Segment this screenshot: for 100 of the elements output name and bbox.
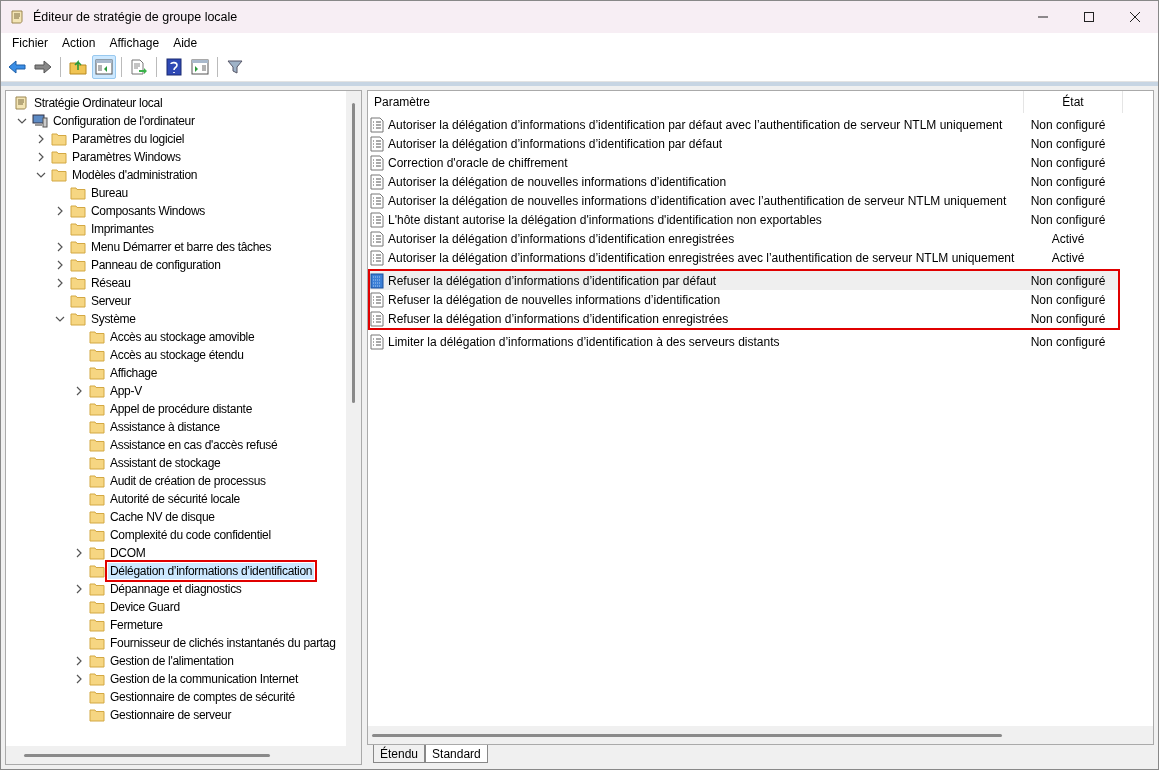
column-header[interactable]: État — [1023, 91, 1123, 113]
tree-item[interactable]: Assistance à distance — [108, 419, 222, 435]
tree-item[interactable]: Dépannage et diagnostics — [108, 581, 244, 597]
tree-item[interactable]: Serveur — [89, 293, 133, 309]
policy-name: Autoriser la délégation d’informations d’identification enregistrées — [387, 231, 736, 246]
policy-icon — [370, 135, 384, 152]
tree-item[interactable]: Autorité de sécurité locale — [108, 491, 242, 507]
tree-item[interactable]: Gestion de l'alimentation — [108, 653, 236, 669]
policy-row[interactable]: L'hôte distant autorise la délégation d'informations d'identification non exportables Non configuré — [370, 210, 1118, 229]
tree-item[interactable]: Système — [89, 311, 138, 327]
tree-item[interactable]: Accès au stockage amovible — [108, 329, 257, 345]
tree-item[interactable]: Modèles d'administration — [70, 167, 200, 183]
folder-icon — [89, 384, 105, 398]
tree-item[interactable]: Fermeture — [108, 617, 165, 633]
console-tree-button[interactable] — [92, 55, 116, 79]
tree-item[interactable]: Bureau — [89, 185, 130, 201]
tree-item[interactable]: Composants Windows — [89, 203, 207, 219]
folder-icon — [89, 672, 105, 686]
tree-item[interactable]: Assistant de stockage — [108, 455, 223, 471]
policy-row[interactable]: Limiter la délégation d’informations d’identification à des serveurs distants Non configuré — [370, 332, 1118, 351]
tree-item[interactable]: Affichage — [108, 365, 160, 381]
policy-row[interactable]: Refuser la délégation d’informations d’identification par défaut Non configuré — [370, 271, 1118, 290]
policy-name: Autoriser la délégation de nouvelles informations d’identification avec l’authentification de serveur NTLM uniquement — [387, 193, 1008, 208]
policy-name: Refuser la délégation d’informations d’identification par défaut — [387, 273, 718, 288]
folder-icon — [89, 330, 105, 344]
tree-item[interactable]: Gestionnaire de serveur — [108, 707, 234, 723]
policy-row[interactable]: Refuser la délégation de nouvelles informations d’identification Non configuré — [370, 290, 1118, 309]
policy-state: Non configuré — [1029, 193, 1107, 208]
policy-icon — [370, 310, 384, 327]
policy-row[interactable]: Autoriser la délégation d’informations d’identification enregistrées avec l’authentification de serveur NTLM uniquement Activé — [370, 248, 1118, 267]
folder-icon — [70, 294, 86, 308]
policy-icon — [370, 211, 384, 228]
folder-icon — [70, 312, 86, 326]
view-tab[interactable]: Standard — [425, 745, 488, 763]
tree-item[interactable]: Menu Démarrer et barre des tâches — [89, 239, 274, 255]
folder-icon — [89, 708, 105, 722]
folder-icon — [89, 564, 105, 578]
maximize-icon — [1084, 12, 1094, 22]
policy-state: Activé — [1050, 231, 1086, 246]
tree-item[interactable]: Délégation d’informations d’identification — [108, 563, 315, 579]
tree-item[interactable]: Assistance en cas d'accès refusé — [108, 437, 280, 453]
policy-name: Autoriser la délégation d’informations d’identification par défaut avec l’authentification de serveur NTLM uniquement — [387, 117, 1004, 132]
tree-item[interactable]: Appel de procédure distante — [108, 401, 254, 417]
folder-icon — [89, 546, 105, 560]
horizontal-scrollbar[interactable] — [6, 746, 361, 764]
policy-name: Autoriser la délégation d’informations d’identification enregistrées avec l’authentification de serveur NTLM uniquement — [387, 250, 1016, 265]
scroll-icon — [13, 95, 29, 111]
menu-item[interactable]: Action — [55, 34, 103, 52]
policy-state: Non configuré — [1029, 311, 1107, 326]
policy-icon — [370, 173, 384, 190]
policy-row[interactable]: Autoriser la délégation d’informations d’identification enregistrées Activé — [370, 229, 1118, 248]
tree-item[interactable]: Accès au stockage étendu — [108, 347, 246, 363]
policy-row[interactable]: Autoriser la délégation de nouvelles informations d’identification Non configuré — [370, 172, 1118, 191]
tree-item[interactable]: Cache NV de disque — [108, 509, 217, 525]
folder-icon — [70, 186, 86, 200]
tree-item[interactable]: DCOM — [108, 545, 148, 561]
policy-state: Non configuré — [1029, 117, 1107, 132]
tree-item[interactable]: Paramètres Windows — [70, 149, 183, 165]
policy-row[interactable]: Refuser la délégation d’informations d’identification enregistrées Non configuré — [370, 309, 1118, 328]
policy-icon — [370, 192, 384, 209]
folder-icon — [70, 258, 86, 272]
tree-item[interactable]: Gestionnaire de comptes de sécurité — [108, 689, 297, 705]
policy-state: Non configuré — [1029, 292, 1107, 307]
tree-item[interactable]: Audit de création de processus — [108, 473, 268, 489]
policy-row[interactable]: Correction d'oracle de chiffrement Non configuré — [370, 153, 1118, 172]
tree-item[interactable]: Complexité du code confidentiel — [108, 527, 273, 543]
folder-icon — [51, 132, 67, 146]
horizontal-scrollbar[interactable] — [368, 726, 1153, 744]
column-header[interactable]: Paramètre — [368, 91, 1023, 113]
policy-row[interactable]: Autoriser la délégation d’informations d’identification par défaut avec l’authentification de serveur NTLM uniquement Non configuré — [370, 115, 1118, 134]
folder-icon — [89, 618, 105, 632]
policy-icon — [370, 249, 384, 266]
menu-item[interactable]: Aide — [166, 34, 205, 52]
vertical-scrollbar[interactable] — [346, 91, 361, 746]
folder-icon — [70, 240, 86, 254]
tree-item[interactable]: Configuration de l'ordinateur — [51, 113, 197, 129]
policy-row[interactable]: Autoriser la délégation d’informations d’identification par défaut Non configuré — [370, 134, 1118, 153]
computer-icon — [32, 113, 48, 129]
tree-item[interactable]: Réseau — [89, 275, 133, 291]
folder-icon — [51, 150, 67, 164]
tree-item[interactable]: Imprimantes — [89, 221, 156, 237]
folder-icon — [89, 438, 105, 452]
policy-row[interactable]: Autoriser la délégation de nouvelles informations d’identification avec l’authentification de serveur NTLM uniquement Non configuré — [370, 191, 1118, 210]
close-icon — [1130, 12, 1140, 22]
policy-state: Non configuré — [1029, 273, 1107, 288]
tree-item[interactable]: Paramètres du logiciel — [70, 131, 187, 147]
tree-item[interactable]: App-V — [108, 383, 144, 399]
view-tab[interactable]: Étendu — [373, 745, 426, 763]
policy-name: Correction d'oracle de chiffrement — [387, 155, 569, 170]
tree-item[interactable]: Device Guard — [108, 599, 182, 615]
policy-name: L'hôte distant autorise la délégation d'informations d'identification non exportables — [387, 212, 823, 227]
tree-item[interactable]: Stratégie Ordinateur local — [32, 95, 165, 111]
menu-item[interactable]: Affichage — [102, 34, 167, 52]
tree-item[interactable]: Gestion de la communication Internet — [108, 671, 300, 687]
tree-item[interactable]: Fournisseur de clichés instantanés du partag — [108, 635, 338, 651]
folder-icon — [89, 492, 105, 506]
tree-item[interactable]: Panneau de configuration — [89, 257, 223, 273]
menu-item[interactable]: Fichier — [5, 34, 55, 52]
folder-icon — [89, 366, 105, 380]
folder-icon — [89, 420, 105, 434]
